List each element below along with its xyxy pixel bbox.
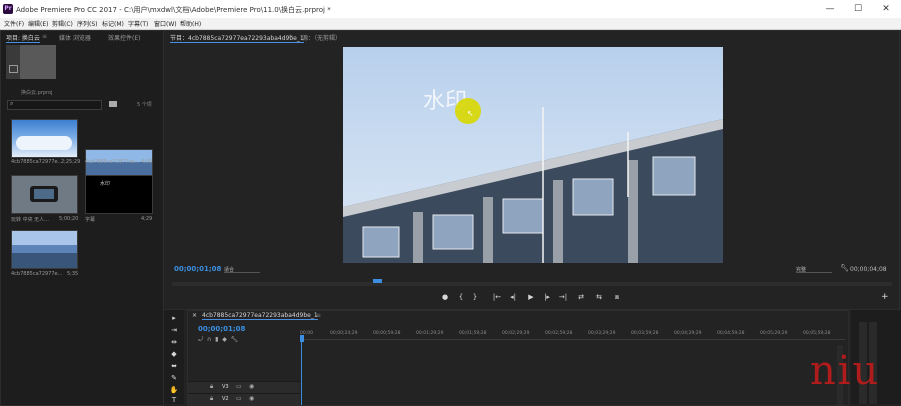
timeline-timecode[interactable]: 00;00;01;08 [198,325,245,333]
go-to-out-button[interactable]: →| [558,293,568,302]
lift-button[interactable]: ⇄ [576,293,586,302]
menu-help[interactable]: 帮助(H) [180,19,201,28]
track-select-tool-icon[interactable]: ⇥ [169,326,179,335]
pen-tool-icon[interactable]: ✎ [169,374,179,383]
tab-media-browser[interactable]: 媒体 浏览器 [59,33,91,42]
ripple-edit-tool-icon[interactable]: ⇹ [169,338,179,347]
title-bar: Pr Adobe Premiere Pro CC 2017 - C:\用户\mx… [0,0,901,18]
timeline-options: ⤾ ∩ ▮ ◆ 🔧︎ [198,336,238,344]
menu-marker[interactable]: 标记(M) [102,19,124,28]
program-video-frame[interactable]: 水印 ↖ [343,47,723,263]
clip-name: 4cb7885ca72977ea... [85,159,140,165]
eye-icon[interactable]: ◉ [249,395,254,402]
marker-icon[interactable]: ▮ [215,336,218,343]
tab-menu-icon[interactable]: ≡ [42,33,47,40]
menu-file[interactable]: 文件(F) [4,19,24,28]
extract-button[interactable]: ⇆ [594,293,604,302]
clip-duration: 4;00 [141,159,153,165]
tab-source[interactable]: 源：（无剪辑） [302,33,341,42]
tab-project[interactable]: 项目: 换白云 [6,33,40,43]
clip-duration: 4;29 [141,216,153,222]
minimize-icon[interactable]: — [820,3,840,15]
snap-icon[interactable]: ⤾ [198,336,203,343]
clip-thumbnail-title[interactable]: 水印 [85,175,153,214]
time-ruler[interactable]: 00;00 00;00;24;29 00;00;59;28 00;01;29;2… [300,325,845,345]
premiere-app-icon: Pr [3,4,13,14]
export-frame-button[interactable]: ⧈ [612,293,622,302]
timeline-playhead[interactable] [300,335,304,342]
niu-overlay-watermark: niu [810,348,881,394]
clip-name: 字幕 [85,217,96,223]
program-scrub-bar[interactable] [172,282,892,286]
tab-menu-icon[interactable]: ≡ [288,33,293,40]
add-marker-button[interactable]: ● [440,293,450,302]
window-title: Adobe Premiere Pro CC 2017 - C:\用户\mxdwl… [16,6,331,14]
add-marker-icon[interactable]: ◆ [222,336,227,343]
project-file-name: 换白云.prproj [21,90,53,96]
mark-in-button[interactable]: { [456,293,466,302]
clip-thumbnail-drone[interactable] [11,175,78,214]
program-monitor-panel: 节目：4cb7885ca72977ea72293aba4d9be_1 ≡ 源：（… [163,30,900,310]
maximize-icon[interactable]: ☐ [848,3,868,15]
settings-wrench-icon[interactable]: 🔧︎ [231,336,239,343]
lock-icon[interactable]: 🔒︎ [210,383,213,391]
add-button[interactable]: + [881,292,889,302]
track-label: V3 [222,384,229,390]
menu-bar: 文件(F) 编辑(E) 剪辑(C) 序列(S) 标记(M) 字幕(T) 窗口(W… [0,18,901,30]
razor-tool-icon[interactable]: ◆ [169,350,179,359]
clip-name: 4cb7885ca72977e... [11,271,63,277]
search-icon: ⌕ [10,100,14,107]
new-bin-icon[interactable] [109,101,117,107]
menu-title[interactable]: 字幕(T) [128,19,148,28]
step-forward-button[interactable]: |▸ [542,293,552,302]
menu-sequence[interactable]: 序列(S) [77,19,98,28]
tab-program[interactable]: 节目：4cb7885ca72977ea72293aba4d9be_1 [170,33,304,43]
menu-edit[interactable]: 编辑(E) [28,19,48,28]
menu-clip[interactable]: 剪辑(C) [52,19,73,28]
clip-name: 4cb7885ca72977e... [11,159,63,165]
sync-icon[interactable]: ▭ [236,383,242,390]
project-preview-thumbnail [6,45,56,79]
track-header-v2: 🔒︎ V2 ▭ ◉ [188,393,300,405]
search-input[interactable]: ⌕ [7,100,102,110]
playhead-marker[interactable] [373,279,382,283]
lock-icon[interactable]: 🔒︎ [210,395,213,403]
tools-panel: ▸ ⇥ ⇹ ◆ ⬌ ✎ ✋ T [164,310,184,404]
hand-tool-icon[interactable]: ✋ [169,386,179,395]
playhead-timecode[interactable]: 00;00;01;08 [174,265,221,273]
go-to-in-button[interactable]: |← [492,293,502,302]
tab-sequence[interactable]: 4cb7885ca72977ea72293aba4d9be_1 [202,312,318,320]
slip-tool-icon[interactable]: ⬌ [169,362,179,371]
item-count: 5 个项 [137,102,152,108]
sync-icon[interactable]: ▭ [236,395,242,402]
track-header-v3: 🔒︎ V3 ▭ ◉ [188,381,300,393]
mark-out-button[interactable]: } [470,293,480,302]
clip-duration: 2;25;29 [61,159,81,165]
mouse-cursor-icon: ↖ [467,109,474,118]
eye-icon[interactable]: ◉ [249,383,254,390]
step-back-button[interactable]: ◂| [508,293,518,302]
link-icon[interactable]: ∩ [207,336,211,343]
clip-thumbnail-sky[interactable] [11,119,78,158]
menu-window[interactable]: 窗口(W) [154,19,177,28]
timeline-panel: × 4cb7885ca72977ea72293aba4d9be_1 ≡ 00;0… [187,310,849,406]
wrench-icon[interactable]: 🔧︎ [840,264,849,272]
video-frame-image [343,47,723,263]
clip-duration: 5;00;20 [59,216,79,222]
sequence-duration: 00;00;04;08 [850,266,887,273]
tab-menu-icon[interactable]: ≡ [316,312,321,319]
track-label: V2 [222,396,229,402]
project-panel: 项目: 换白云 ≡ 媒体 浏览器 效果控件(E) 换白云.prproj ⌕ 5 … [0,30,164,406]
transport-controls: ● { } |← ◂| ▶ |▸ →| ⇄ ⇆ ⧈ [440,293,630,303]
clip-duration: 5;35 [67,271,79,277]
selection-tool-icon[interactable]: ▸ [169,314,179,323]
clip-name: 玩转 中央 无人... [11,217,49,223]
tab-effect-controls[interactable]: 效果控件(E) [108,33,140,42]
clip-thumbnail-building-2[interactable] [11,230,78,269]
preview-icon [9,65,18,73]
play-button[interactable]: ▶ [526,293,536,302]
timeline-close-icon[interactable]: × [192,312,197,319]
close-icon[interactable]: ✕ [876,3,896,15]
